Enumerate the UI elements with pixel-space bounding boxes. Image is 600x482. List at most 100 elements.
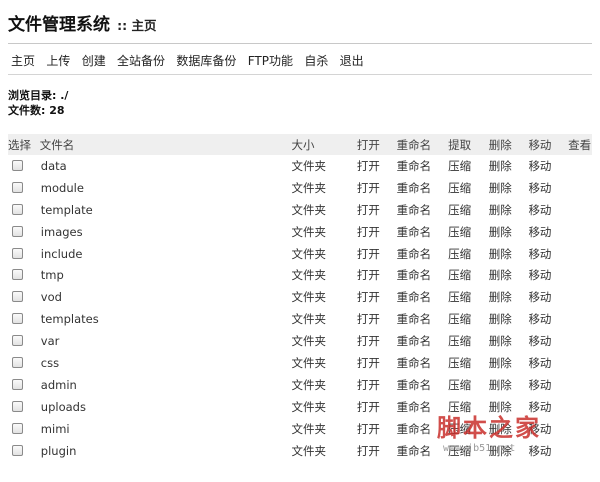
- file-name[interactable]: templates: [40, 308, 292, 330]
- move-link[interactable]: 移动: [528, 221, 568, 243]
- row-checkbox[interactable]: [12, 335, 23, 347]
- delete-link[interactable]: 删除: [489, 199, 529, 221]
- move-link[interactable]: 移动: [528, 374, 568, 396]
- compress-link[interactable]: 压缩: [448, 374, 489, 396]
- compress-link[interactable]: 压缩: [448, 199, 489, 221]
- row-checkbox[interactable]: [12, 400, 23, 412]
- file-name[interactable]: include: [40, 243, 292, 265]
- compress-link[interactable]: 压缩: [448, 155, 489, 177]
- compress-link[interactable]: 压缩: [448, 264, 489, 286]
- open-link[interactable]: 打开: [357, 418, 397, 440]
- nav-self-destruct[interactable]: 自杀: [304, 54, 328, 68]
- move-link[interactable]: 移动: [528, 352, 568, 374]
- browse-directory: 浏览目录: ./: [8, 89, 69, 102]
- open-link[interactable]: 打开: [357, 199, 397, 221]
- compress-link[interactable]: 压缩: [448, 330, 489, 352]
- nav-upload[interactable]: 上传: [46, 54, 70, 68]
- compress-link[interactable]: 压缩: [448, 352, 489, 374]
- rename-link[interactable]: 重命名: [397, 221, 449, 243]
- row-checkbox[interactable]: [12, 203, 23, 215]
- open-link[interactable]: 打开: [357, 221, 397, 243]
- compress-link[interactable]: 压缩: [448, 177, 489, 199]
- row-checkbox[interactable]: [12, 291, 23, 303]
- file-name[interactable]: css: [40, 352, 292, 374]
- nav-divider: [8, 74, 592, 75]
- row-checkbox[interactable]: [12, 313, 23, 325]
- move-link[interactable]: 移动: [528, 330, 568, 352]
- move-link[interactable]: 移动: [528, 155, 568, 177]
- rename-link[interactable]: 重命名: [397, 177, 449, 199]
- rename-link[interactable]: 重命名: [397, 199, 449, 221]
- file-name[interactable]: data: [40, 155, 292, 177]
- row-checkbox[interactable]: [12, 159, 23, 171]
- row-checkbox[interactable]: [12, 378, 23, 390]
- open-link[interactable]: 打开: [357, 330, 397, 352]
- file-name[interactable]: admin: [40, 374, 292, 396]
- move-link[interactable]: 移动: [528, 286, 568, 308]
- delete-link[interactable]: 删除: [489, 352, 529, 374]
- file-name[interactable]: var: [40, 330, 292, 352]
- nav-logout[interactable]: 退出: [340, 54, 364, 68]
- delete-link[interactable]: 删除: [489, 177, 529, 199]
- delete-link[interactable]: 删除: [489, 221, 529, 243]
- rename-link[interactable]: 重命名: [397, 264, 449, 286]
- delete-link[interactable]: 删除: [489, 330, 529, 352]
- nav-ftp[interactable]: FTP功能: [248, 54, 293, 68]
- delete-link[interactable]: 删除: [489, 264, 529, 286]
- move-link[interactable]: 移动: [528, 177, 568, 199]
- compress-link[interactable]: 压缩: [448, 243, 489, 265]
- file-name[interactable]: vod: [40, 286, 292, 308]
- open-link[interactable]: 打开: [357, 440, 397, 462]
- file-name[interactable]: module: [40, 177, 292, 199]
- file-size: 文件夹: [291, 377, 327, 392]
- rename-link[interactable]: 重命名: [397, 330, 449, 352]
- open-link[interactable]: 打开: [357, 308, 397, 330]
- move-link[interactable]: 移动: [528, 308, 568, 330]
- rename-link[interactable]: 重命名: [397, 352, 449, 374]
- delete-link[interactable]: 删除: [489, 286, 529, 308]
- rename-link[interactable]: 重命名: [397, 243, 449, 265]
- move-link[interactable]: 移动: [528, 243, 568, 265]
- open-link[interactable]: 打开: [357, 243, 397, 265]
- file-name[interactable]: uploads: [40, 396, 292, 418]
- row-checkbox[interactable]: [12, 181, 23, 193]
- file-name[interactable]: mimi: [40, 418, 292, 440]
- nav-home[interactable]: 主页: [11, 54, 35, 68]
- compress-link[interactable]: 压缩: [448, 308, 489, 330]
- rename-link[interactable]: 重命名: [397, 286, 449, 308]
- open-link[interactable]: 打开: [357, 155, 397, 177]
- row-checkbox[interactable]: [12, 269, 23, 281]
- open-link[interactable]: 打开: [357, 352, 397, 374]
- nav-db-backup[interactable]: 数据库备份: [176, 54, 236, 68]
- nav-create[interactable]: 创建: [82, 54, 106, 68]
- row-checkbox[interactable]: [12, 247, 23, 259]
- file-name[interactable]: images: [40, 221, 292, 243]
- open-link[interactable]: 打开: [357, 374, 397, 396]
- row-checkbox[interactable]: [12, 422, 23, 434]
- open-link[interactable]: 打开: [357, 264, 397, 286]
- nav-site-backup[interactable]: 全站备份: [117, 54, 165, 68]
- file-size: 文件夹: [291, 355, 327, 370]
- file-name[interactable]: plugin: [40, 440, 292, 462]
- row-checkbox[interactable]: [12, 225, 23, 237]
- compress-link[interactable]: 压缩: [448, 286, 489, 308]
- open-link[interactable]: 打开: [357, 286, 397, 308]
- delete-link[interactable]: 删除: [489, 308, 529, 330]
- page-header: 文件管理系统 :: 主页: [8, 10, 156, 40]
- delete-link[interactable]: 删除: [489, 243, 529, 265]
- open-link[interactable]: 打开: [357, 396, 397, 418]
- file-name[interactable]: tmp: [40, 264, 292, 286]
- delete-link[interactable]: 删除: [489, 374, 529, 396]
- rename-link[interactable]: 重命名: [397, 308, 449, 330]
- rename-link[interactable]: 重命名: [397, 155, 449, 177]
- row-checkbox[interactable]: [12, 356, 23, 368]
- open-link[interactable]: 打开: [357, 177, 397, 199]
- delete-link[interactable]: 删除: [489, 155, 529, 177]
- table-row: module 文件夹 打开 重命名 压缩 删除 移动: [8, 177, 592, 199]
- move-link[interactable]: 移动: [528, 199, 568, 221]
- compress-link[interactable]: 压缩: [448, 221, 489, 243]
- rename-link[interactable]: 重命名: [397, 374, 449, 396]
- row-checkbox[interactable]: [12, 444, 23, 456]
- file-name[interactable]: template: [40, 199, 292, 221]
- move-link[interactable]: 移动: [528, 264, 568, 286]
